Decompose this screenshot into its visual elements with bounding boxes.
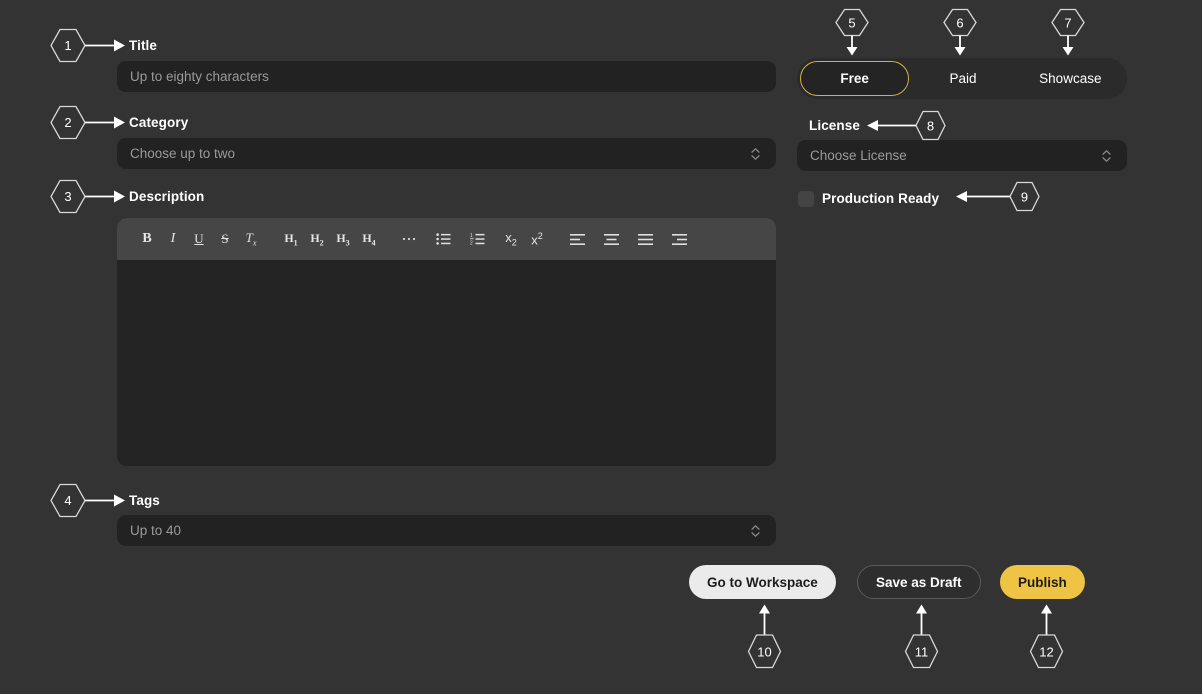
- svg-text:1: 1: [470, 233, 473, 239]
- annotation-marker-2-number: 2: [64, 115, 71, 130]
- annotation-marker-10: 10: [743, 603, 787, 669]
- tags-label: Tags: [129, 493, 160, 508]
- annotation-marker-3: 3: [48, 179, 126, 215]
- annotation-marker-8-number: 8: [927, 119, 934, 134]
- annotation-marker-10-number: 10: [757, 645, 771, 660]
- annotation-marker-12: 12: [1025, 603, 1069, 669]
- license-placeholder: Choose License: [810, 148, 907, 163]
- svg-text:2: 2: [470, 241, 473, 246]
- tab-free[interactable]: Free: [800, 61, 909, 96]
- annotation-marker-11-number: 11: [915, 645, 929, 660]
- annotated-upload-form: Title Up to eighty characters Category C…: [0, 0, 1202, 694]
- production-ready-label: Production Ready: [822, 191, 939, 206]
- category-placeholder: Choose up to two: [130, 146, 235, 161]
- description-editor-toolbar: B I U S Tx H1 H2 H3: [117, 218, 776, 260]
- annotation-marker-9: 9: [955, 181, 1041, 213]
- go-to-workspace-button[interactable]: Go to Workspace: [689, 565, 836, 599]
- chevron-updown-icon: [751, 525, 760, 537]
- annotation-marker-1-number: 1: [64, 38, 71, 53]
- annotation-marker-3-number: 3: [64, 189, 71, 204]
- heading-1-icon[interactable]: H1: [278, 226, 304, 252]
- category-select[interactable]: Choose up to two: [117, 138, 776, 169]
- chevron-updown-icon: [1102, 150, 1111, 162]
- category-label: Category: [129, 115, 188, 130]
- align-justify-icon[interactable]: [632, 226, 658, 252]
- save-as-draft-button[interactable]: Save as Draft: [857, 565, 981, 599]
- annotation-marker-5-number: 5: [848, 16, 855, 31]
- annotation-marker-7-number: 7: [1064, 16, 1071, 31]
- italic-icon[interactable]: I: [160, 226, 186, 252]
- align-right-icon[interactable]: [666, 226, 692, 252]
- annotation-marker-11: 11: [900, 603, 944, 669]
- tab-showcase[interactable]: Showcase: [1017, 61, 1124, 96]
- annotation-marker-1: 1: [48, 28, 126, 64]
- bold-icon[interactable]: B: [134, 226, 160, 252]
- tags-select[interactable]: Up to 40: [117, 515, 776, 546]
- subscript-icon[interactable]: x2: [498, 226, 524, 252]
- annotation-marker-7: 7: [1047, 8, 1091, 56]
- title-label: Title: [129, 38, 157, 53]
- annotation-marker-5: 5: [831, 8, 875, 56]
- license-select[interactable]: Choose License: [797, 140, 1127, 171]
- align-center-icon[interactable]: [598, 226, 624, 252]
- pricing-tab-bar: Free Paid Showcase: [797, 58, 1127, 99]
- description-label: Description: [129, 189, 204, 204]
- heading-2-icon[interactable]: H2: [304, 226, 330, 252]
- tab-paid[interactable]: Paid: [909, 61, 1016, 96]
- align-left-icon[interactable]: [564, 226, 590, 252]
- license-label: License: [809, 118, 860, 133]
- heading-3-icon[interactable]: H3: [330, 226, 356, 252]
- underline-icon[interactable]: U: [186, 226, 212, 252]
- more-options-icon[interactable]: [396, 226, 422, 252]
- annotation-marker-12-number: 12: [1039, 645, 1053, 660]
- clear-formatting-icon[interactable]: Tx: [238, 226, 264, 252]
- annotation-marker-6: 6: [939, 8, 983, 56]
- annotation-marker-2: 2: [48, 105, 126, 141]
- superscript-icon[interactable]: x2: [524, 226, 550, 252]
- bulleted-list-icon[interactable]: [430, 226, 456, 252]
- annotation-marker-8: 8: [866, 110, 946, 142]
- annotation-marker-9-number: 9: [1021, 190, 1028, 205]
- tags-placeholder: Up to 40: [130, 523, 181, 538]
- description-editor: B I U S Tx H1 H2 H3: [117, 218, 776, 466]
- numbered-list-icon[interactable]: 1 2: [464, 226, 490, 252]
- annotation-marker-4: 4: [48, 483, 126, 519]
- description-textarea[interactable]: [117, 260, 776, 466]
- title-input[interactable]: Up to eighty characters: [117, 61, 776, 92]
- annotation-marker-4-number: 4: [64, 493, 71, 508]
- annotation-marker-6-number: 6: [956, 16, 963, 31]
- heading-4-icon[interactable]: H4: [356, 226, 382, 252]
- strikethrough-icon[interactable]: S: [212, 226, 238, 252]
- production-ready-checkbox[interactable]: [798, 191, 814, 207]
- title-placeholder: Up to eighty characters: [130, 69, 269, 84]
- publish-button[interactable]: Publish: [1000, 565, 1085, 599]
- chevron-updown-icon: [751, 148, 760, 160]
